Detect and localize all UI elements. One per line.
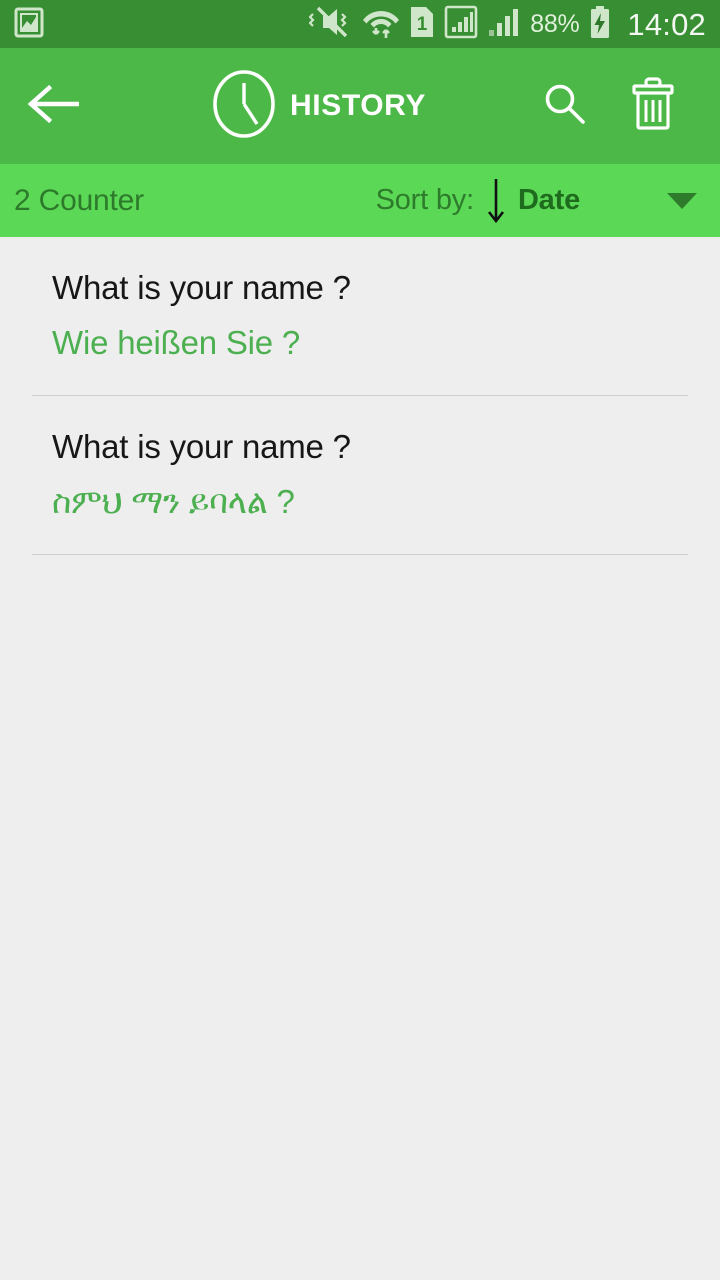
mute-vibrate-icon — [308, 5, 353, 44]
wifi-icon — [362, 4, 400, 45]
back-button[interactable] — [0, 84, 110, 129]
battery-percent-label: 88% — [530, 9, 580, 38]
status-bar-clock: 14:02 — [627, 6, 706, 42]
status-bar: 1 88% 14:02 — [0, 0, 720, 48]
arrow-down-icon — [474, 175, 518, 227]
image-notification-icon — [14, 6, 44, 43]
sort-dropdown-button[interactable] — [644, 192, 720, 209]
delete-all-button[interactable] — [616, 69, 690, 143]
back-arrow-icon — [27, 84, 83, 129]
app-bar-actions — [528, 69, 720, 143]
history-list: What is your name ? Wie heißen Sie ? Wha… — [0, 237, 720, 1280]
sort-bar: 2 Counter Sort by: Date — [0, 164, 720, 237]
clock-icon — [212, 69, 276, 144]
svg-text:1: 1 — [417, 14, 428, 35]
page-title: HISTORY — [290, 89, 426, 122]
history-source-text: What is your name ? — [52, 269, 351, 306]
app-bar-title-group: HISTORY — [110, 69, 528, 144]
signal-bars-sim1-icon — [444, 5, 478, 44]
signal-bars-sim2-icon — [487, 5, 521, 44]
battery-charging-icon — [588, 5, 612, 44]
history-translation-text: ስምህ ማን ይባላል ? — [52, 483, 295, 521]
status-bar-icons: 1 88% 14:02 — [308, 4, 706, 45]
chevron-down-icon — [667, 192, 697, 209]
history-source-text: What is your name ? — [52, 428, 351, 466]
status-bar-notifications — [14, 6, 44, 43]
trash-icon — [629, 76, 677, 136]
history-item[interactable]: What is your name ? Wie heißen Sie ? — [0, 237, 720, 381]
sort-value-label: Date — [517, 184, 580, 216]
phone-screen: 1 88% 14:02 HISTORY 2 Counter Sort by: D… — [0, 0, 720, 1280]
search-icon — [541, 80, 589, 133]
app-bar: HISTORY — [0, 48, 720, 164]
history-counter-label: 2 Counter — [14, 183, 144, 217]
list-divider — [32, 554, 688, 556]
sim-1-icon: 1 — [409, 5, 435, 44]
sort-by-label: Sort by: — [375, 184, 475, 216]
sort-selector[interactable]: Sort by: Date — [376, 175, 720, 227]
search-button[interactable] — [528, 69, 602, 143]
history-item[interactable]: What is your name ? ስምህ ማን ይባላል ? — [0, 396, 720, 540]
history-translation-text: Wie heißen Sie ? — [52, 324, 301, 362]
